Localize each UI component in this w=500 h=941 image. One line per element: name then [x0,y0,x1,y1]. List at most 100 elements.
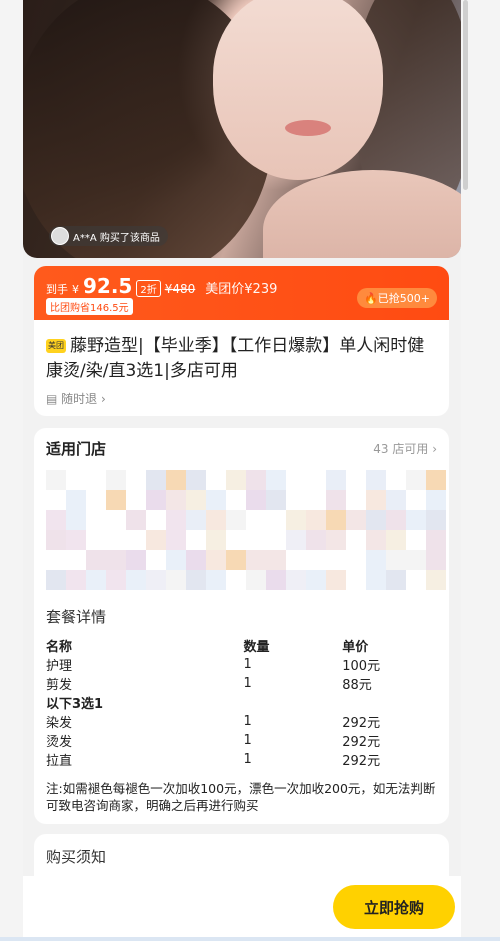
blur-pixel [46,470,66,490]
buyer-avatar [51,227,69,245]
blur-pixel [266,550,286,570]
blur-pixel [246,470,266,490]
table-row: 染发 1 292元 [46,712,441,731]
blur-pixel [186,490,206,510]
package-item-name: 烫发 [46,735,73,750]
package-group-label: 以下3选1 [46,697,104,712]
package-table-header: 名称 数量 单价 [46,636,441,655]
blur-pixel [266,570,286,590]
blur-pixel [366,490,386,510]
package-item-price: 292元 [342,735,381,750]
package-item-qty: 1 [243,676,252,691]
package-item-qty: 1 [243,733,252,748]
blur-pixel [226,550,246,570]
blur-pixel [426,490,446,510]
package-table: 名称 数量 单价 护理 1 100元 剪发 1 88元 以下3选1 染发 1 292元 烫发 1 292元 拉直… [46,636,441,769]
blur-pixel [86,570,106,590]
final-price: 92.5 [83,274,133,298]
blur-pixel [226,510,246,530]
product-title-text: 藤野造型|【毕业季】【工作日爆款】单人闲时健康烫/染/直3选1|多店可用 [46,336,425,381]
purchase-notice-heading: 购买须知 [46,848,107,866]
document-icon: ▤ [46,392,62,406]
hero-photo-lip [285,120,331,136]
package-item-name: 染发 [46,716,73,731]
currency-symbol: ¥ [72,283,79,296]
blurred-store-list[interactable] [34,468,449,608]
store-count-link[interactable]: 43 店可用 › [373,440,437,457]
blur-pixel [266,490,286,510]
package-column-header: 名称 [46,640,73,655]
blur-pixel [326,530,346,550]
blur-pixel [326,490,346,510]
blur-pixel [66,490,86,510]
blur-pixel [166,510,186,530]
blur-pixel [186,570,206,590]
package-item-price: 100元 [342,659,381,674]
scrollbar[interactable] [463,0,468,190]
package-note: 注:如需褪色每褪色一次加收100元，漂色一次加收200元，如无法判断可致电咨询商… [46,781,436,813]
blur-pixel [366,550,386,570]
buy-now-button[interactable]: 立即抢购 [333,885,455,929]
product-title: 美团 藤野造型|【毕业季】【工作日爆款】单人闲时健康烫/染/直3选1|多店可用 [46,334,441,384]
blur-pixel [426,530,446,550]
blur-pixel [166,530,186,550]
blur-pixel [386,530,406,550]
blur-pixel [66,570,86,590]
blur-pixel [426,510,446,530]
bottom-edge [0,937,500,941]
blur-pixel [106,550,126,570]
package-item-qty: 1 [243,752,252,767]
blur-pixel [146,490,166,510]
recent-buyer-text: A**A 购买了该商品 [73,232,160,244]
blur-pixel [186,550,206,570]
package-column-header: 数量 [243,640,270,655]
blur-pixel [166,470,186,490]
product-title-card: 美团 藤野造型|【毕业季】【工作日爆款】单人闲时健康烫/染/直3选1|多店可用 ▤… [34,320,449,416]
package-item-price: 88元 [342,678,372,693]
blur-pixel [366,530,386,550]
blur-pixel [226,470,246,490]
package-column-header: 单价 [342,640,369,655]
package-item-name: 护理 [46,659,73,674]
blur-pixel [426,550,446,570]
blur-pixel [46,570,66,590]
package-item-name: 拉直 [46,754,73,769]
blur-pixel [106,470,126,490]
blur-pixel [326,570,346,590]
blur-pixel [126,570,146,590]
blur-pixel [406,510,426,530]
sold-count-badge: 🔥已抢500+ [357,288,437,308]
product-hero-image[interactable]: A**A 购买了该商品 [23,0,461,258]
blur-pixel [206,550,226,570]
table-row: 护理 1 100元 [46,655,441,674]
savings-tag: 比团购省146.5元 [46,298,133,315]
blur-pixel [426,570,446,590]
blur-pixel [146,470,166,490]
price-banner: 到手 ¥ 92.5 2折 ¥480 美团价¥239 比团购省146.5元 🔥已抢… [34,266,449,320]
blur-pixel [326,470,346,490]
blur-pixel [166,490,186,510]
meituan-price: 美团价¥239 [205,282,278,297]
blur-pixel [66,530,86,550]
blur-pixel [126,550,146,570]
package-item-name: 剪发 [46,678,73,693]
blur-pixel [346,510,366,530]
stores-heading: 适用门店 [46,440,107,458]
store-package-card: 适用门店 43 店可用 › 套餐详情 名称 数量 单价 护理 1 100元 剪发 1 88元 以下… [34,428,449,824]
package-item-qty: 1 [243,657,252,672]
blur-pixel [46,510,66,530]
blur-pixel [246,550,266,570]
blur-pixel [106,570,126,590]
blur-pixel [286,510,306,530]
blur-pixel [166,550,186,570]
refund-policy-link[interactable]: ▤ 随时退 › [46,390,106,407]
blur-pixel [126,510,146,530]
table-row: 烫发 1 292元 [46,731,441,750]
blur-pixel [46,530,66,550]
table-row: 以下3选1 [46,693,441,712]
blur-pixel [406,470,426,490]
blur-pixel [146,570,166,590]
table-row: 拉直 1 292元 [46,750,441,769]
package-item-price: 292元 [342,754,381,769]
original-price: ¥480 [164,282,196,296]
